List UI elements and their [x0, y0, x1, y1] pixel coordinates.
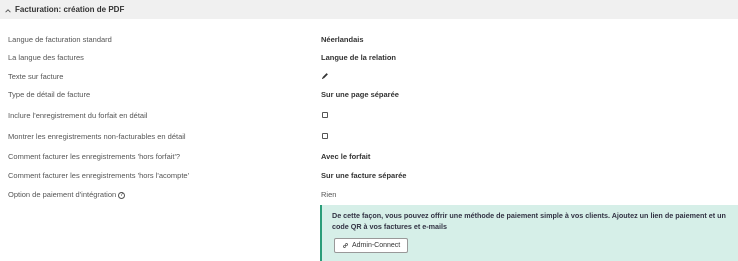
setting-label: Inclure l'enregistrement du forfait en d… — [8, 110, 148, 120]
setting-label: Texte sur facture — [8, 71, 64, 81]
help-circle-icon[interactable]: ? — [118, 192, 126, 200]
setting-label: Option de paiement d'intégration? — [8, 189, 126, 200]
pencil-icon[interactable] — [321, 72, 329, 80]
setting-label: Langue de facturation standard — [8, 34, 112, 44]
setting-label: Montrer les enregistrements non-facturab… — [8, 131, 186, 141]
chevron-up-icon[interactable] — [5, 8, 11, 14]
setting-row-invoice-text: Texte sur facture — [0, 67, 738, 86]
setting-label: Comment facturer les enregistrements 'ho… — [8, 151, 181, 161]
setting-row-invoice-language: La langue des factures Langue de la rela… — [0, 49, 738, 68]
setting-row-detail-type: Type de détail de facture Sur une page s… — [0, 86, 738, 105]
setting-row-show-nonbillable: Montrer les enregistrements non-facturab… — [0, 127, 738, 146]
setting-row-include-package: Inclure l'enregistrement du forfait en d… — [0, 106, 738, 125]
setting-value[interactable]: Avec le forfait — [321, 152, 370, 161]
setting-row-hors-forfait: Comment facturer les enregistrements 'ho… — [0, 147, 738, 166]
section-header[interactable]: Facturation: création de PDF — [0, 0, 738, 19]
setting-label: Type de détail de facture — [8, 90, 91, 100]
setting-label: Comment facturer les enregistrements 'ho… — [8, 171, 190, 181]
payment-info-box: De cette façon, vous pouvez offrir une m… — [320, 205, 738, 261]
setting-label: La langue des factures — [8, 53, 84, 63]
admin-connect-button[interactable]: Admin-Connect — [334, 238, 409, 253]
setting-value[interactable]: Sur une facture séparée — [321, 171, 406, 180]
setting-value[interactable]: Langue de la relation — [321, 53, 396, 62]
setting-row-hors-acompte: Comment facturer les enregistrements 'ho… — [0, 167, 738, 186]
include-package-checkbox[interactable] — [322, 112, 328, 119]
setting-row-default-language: Langue de facturation standard Néerlanda… — [0, 30, 738, 49]
link-icon — [343, 243, 348, 248]
show-nonbillable-checkbox[interactable] — [322, 133, 328, 140]
setting-value[interactable]: Rien — [321, 190, 336, 199]
setting-value[interactable]: Sur une page séparée — [321, 90, 399, 99]
section-title: Facturation: création de PDF — [15, 5, 125, 14]
info-text: De cette façon, vous pouvez offrir une m… — [332, 211, 726, 231]
setting-row-payment-option: Option de paiement d'intégration? Rien — [0, 186, 738, 205]
admin-connect-label: Admin-Connect — [352, 242, 401, 249]
setting-label-text: Option de paiement d'intégration — [8, 189, 117, 199]
setting-value[interactable]: Néerlandais — [321, 35, 364, 44]
